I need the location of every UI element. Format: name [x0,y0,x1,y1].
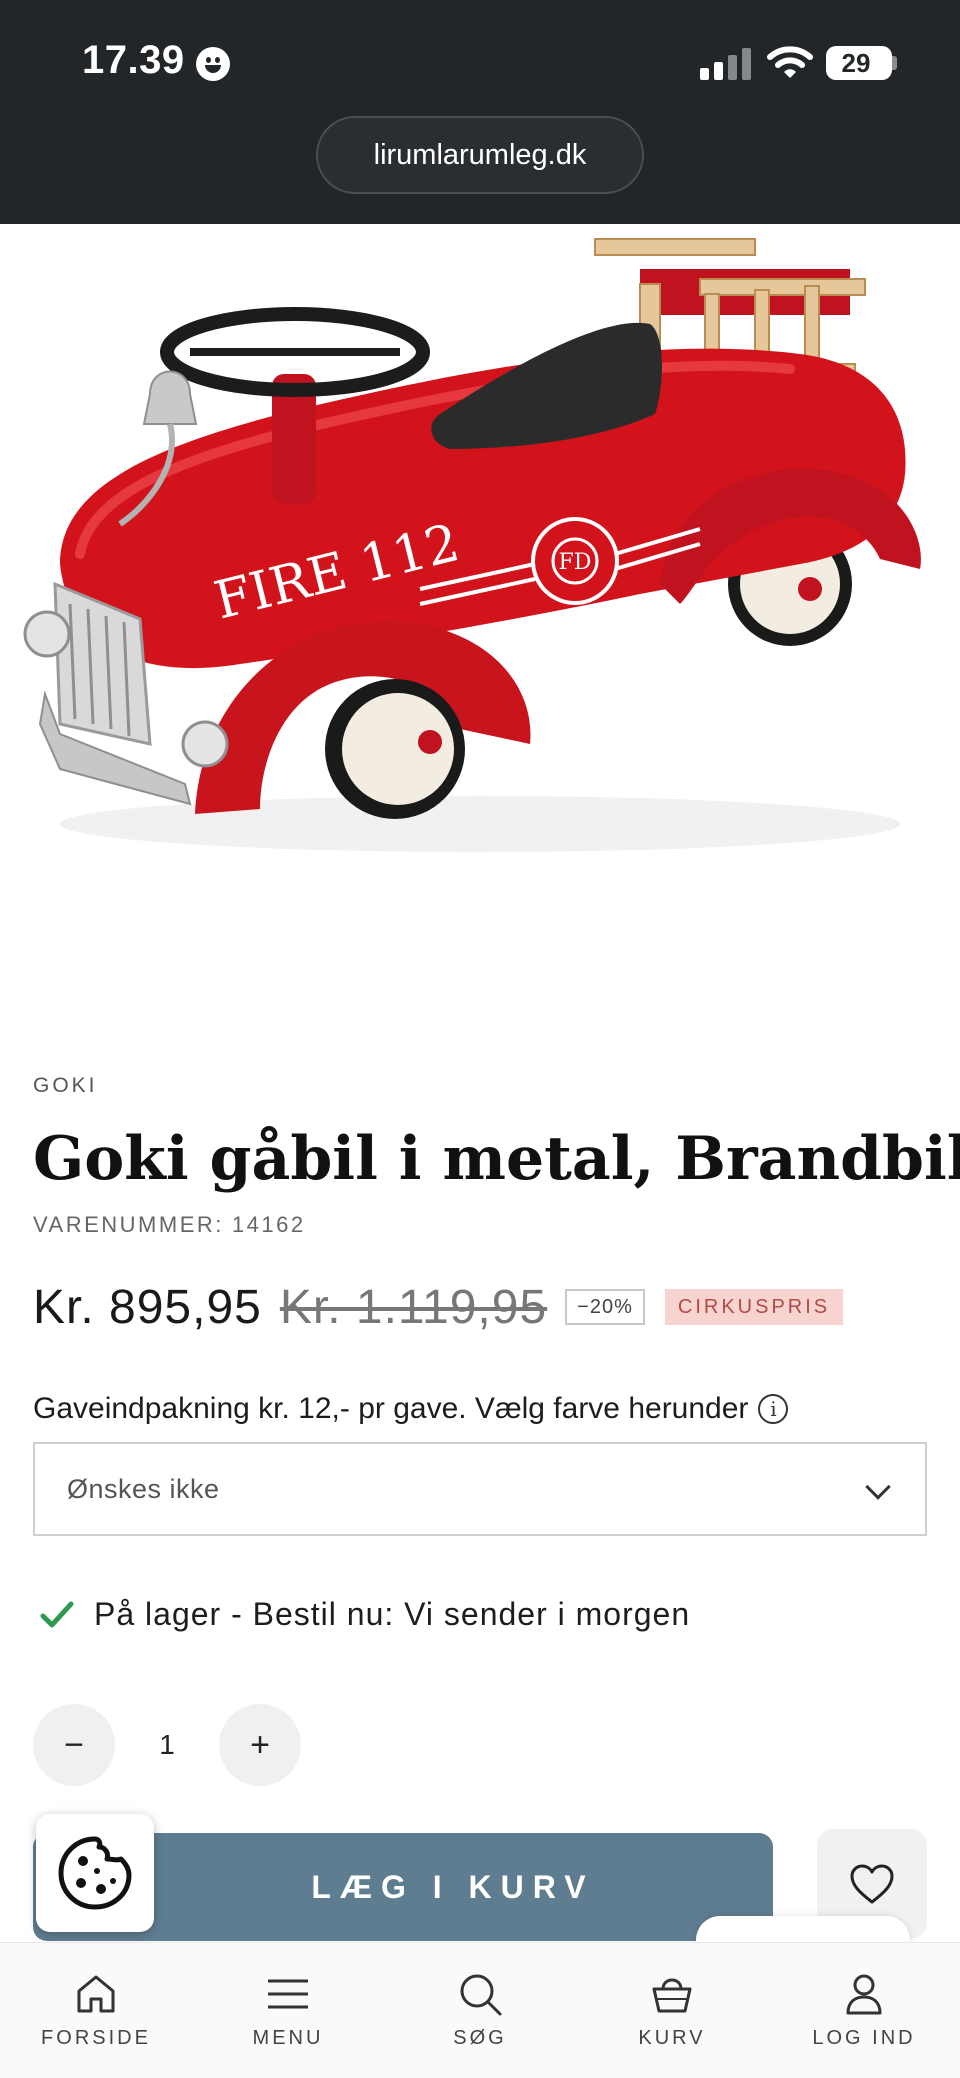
discount-badge: −20% [565,1289,645,1325]
search-icon [460,1974,502,2016]
gift-wrap-label: Gaveindpakning kr. 12,- pr gave. Vælg fa… [33,1392,789,1426]
nav-item-search[interactable]: SØG [384,1943,576,2078]
basket-icon [652,1978,692,2013]
cellular-signal-icon [700,46,752,80]
sku-value: 14162 [231,1212,306,1237]
gift-wrap-select[interactable]: Ønskes ikke [33,1442,927,1536]
nav-item-cart[interactable]: KURV [576,1943,768,2078]
quantity-increase-button[interactable]: + [219,1704,301,1786]
battery-icon: 29 [826,46,892,80]
product-sku: VARENUMMER: 14162 [33,1212,306,1238]
cookie-icon [58,1836,132,1910]
home-icon [77,1975,115,2013]
current-price: Kr. 895,95 [33,1280,262,1334]
price-row: Kr. 895,95 Kr. 1.119,95 −20% CIRKUSPRIS [33,1275,844,1339]
user-icon [846,1974,882,2015]
cookie-consent-button[interactable] [36,1814,154,1932]
nav-item-label: LOG IND [812,2027,916,2049]
check-icon [40,1601,74,1627]
gift-wrap-label-text: Gaveindpakning kr. 12,- pr gave. Vælg fa… [33,1392,749,1425]
product-photo: FD FIRE 112 [23,238,921,852]
nav-item-label: FORSIDE [41,2027,151,2049]
battery-tip [892,56,897,70]
old-price: Kr. 1.119,95 [279,1280,548,1334]
status-time: 17.39 [82,38,185,82]
quantity-stepper: − 1 + [33,1704,301,1786]
nav-item-login[interactable]: LOG IND [768,1943,960,2078]
wifi-icon [767,46,813,78]
product-title: Goki gåbil i metal, Brandbil [33,1124,960,1194]
nav-item-menu[interactable]: MENU [192,1943,384,2078]
stock-status: På lager - Bestil nu: Vi sender i morgen [40,1596,690,1633]
menu-icon [268,1979,308,2009]
nav-item-label: KURV [638,2027,706,2049]
nav-item-home[interactable]: FORSIDE [0,1943,192,2078]
product-image[interactable]: FD FIRE 112 [0,224,960,1024]
bottom-navigation: FORSIDE MENU SØG KURV LOG IND [0,1942,960,2078]
quantity-decrease-button[interactable]: − [33,1704,115,1786]
browser-top-bar: 17.39 29 lirumlarumleg.dk [0,0,960,224]
quantity-value[interactable]: 1 [115,1729,219,1761]
stock-text: På lager - Bestil nu: Vi sender i morgen [94,1596,691,1632]
sku-label: VARENUMMER: [33,1212,224,1237]
emblem-text: FD [559,550,592,575]
gift-wrap-selected-value: Ønskes ikke [67,1474,220,1504]
url-bar[interactable]: lirumlarumleg.dk [316,116,644,194]
chevron-down-icon [865,1474,891,1500]
circus-price-badge: CIRKUSPRIS [664,1289,844,1325]
info-icon[interactable]: i [758,1394,789,1424]
battery-level: 29 [841,48,871,78]
nav-item-label: SØG [453,2027,507,2049]
nav-item-label: MENU [252,2027,324,2049]
heart-icon [850,1864,894,1904]
smiley-icon [196,47,230,81]
product-brand[interactable]: GOKI [33,1074,98,1098]
